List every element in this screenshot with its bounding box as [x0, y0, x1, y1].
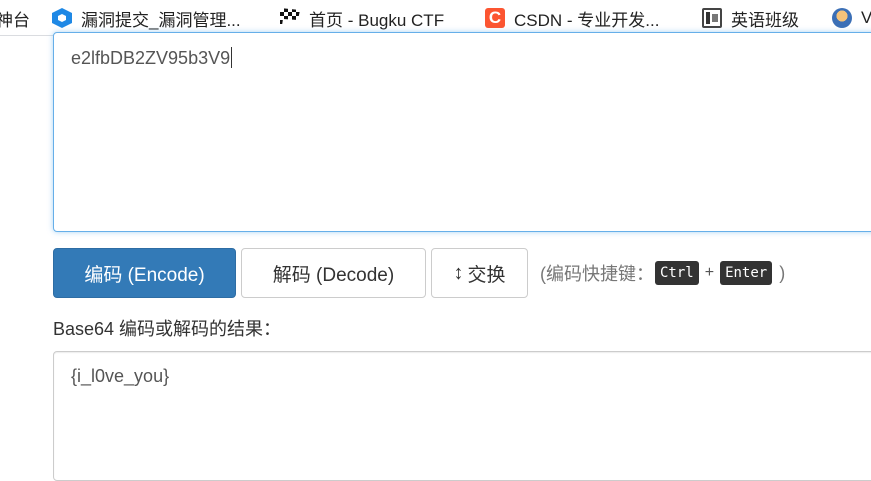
bookmark-item-csdn[interactable]: C CSDN - 专业开发...	[485, 0, 659, 36]
bookmark-label: 英语班级	[731, 10, 799, 30]
csdn-icon: C	[485, 8, 505, 28]
decode-button[interactable]: 解码 (Decode)	[241, 248, 426, 298]
kbd-enter: Enter	[720, 261, 773, 285]
hint-suffix: )	[779, 262, 786, 283]
bookmark-item-bugku[interactable]: 首页 - Bugku CTF	[280, 0, 444, 36]
swap-arrows-icon: ↕	[453, 261, 464, 284]
bookmark-label: 神台	[0, 10, 30, 30]
avatar-icon	[832, 8, 852, 28]
swap-button-label: 交换	[467, 264, 506, 286]
result-label: Base64 编码或解码的结果：	[53, 319, 282, 339]
base64-output-textarea[interactable]: {i_l0ve_you}	[53, 351, 871, 481]
swap-button[interactable]: ↕ 交换	[431, 248, 528, 298]
blue-hexagon-icon	[52, 8, 72, 28]
text-caret	[231, 47, 233, 68]
shortcut-hint: (编码快捷键： Ctrl + Enter )	[540, 260, 785, 286]
hint-prefix: (编码快捷键：	[540, 264, 654, 284]
bookmark-item-v[interactable]: V	[832, 0, 871, 36]
base64-input-textarea[interactable]: e2lfbDB2ZV95b3V9	[53, 32, 871, 232]
checkered-flag-icon	[280, 8, 300, 28]
kbd-plus: +	[704, 264, 715, 281]
encode-button-label: 编码 (Encode)	[84, 264, 205, 286]
output-text: {i_l0ve_you}	[71, 366, 170, 386]
bookmark-label: V	[861, 8, 871, 27]
kbd-ctrl: Ctrl	[655, 261, 699, 285]
bookmark-label: 漏洞提交_漏洞管理...	[81, 10, 241, 30]
bookmarks-bar: 神台 漏洞提交_漏洞管理... 首页 - Bugku CTF C CSDN - …	[0, 0, 871, 36]
decode-button-label: 解码 (Decode)	[272, 264, 395, 286]
site-logo-icon	[702, 8, 722, 28]
bookmark-item-shentai[interactable]: 神台	[0, 0, 30, 36]
bookmark-label: 首页 - Bugku CTF	[309, 10, 445, 30]
bookmark-label: CSDN - 专业开发...	[514, 10, 660, 30]
input-text: e2lfbDB2ZV95b3V9	[71, 48, 231, 68]
encode-button[interactable]: 编码 (Encode)	[53, 248, 236, 298]
bookmark-item-vuln-submit[interactable]: 漏洞提交_漏洞管理...	[52, 0, 241, 36]
bookmark-item-english-class[interactable]: 英语班级	[702, 0, 799, 36]
